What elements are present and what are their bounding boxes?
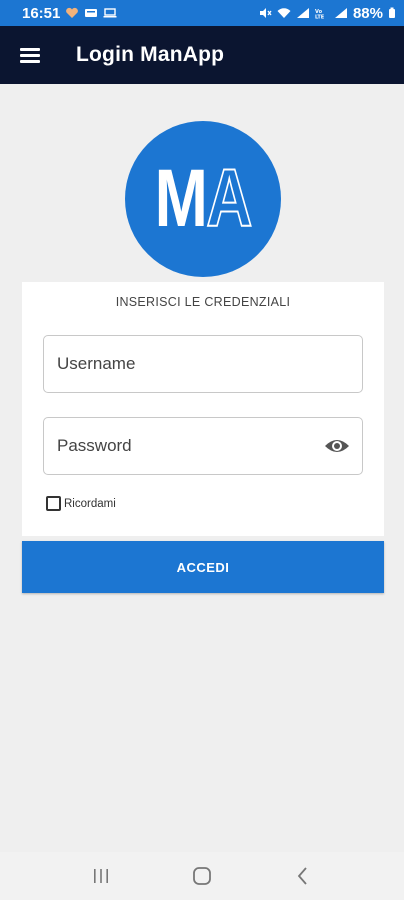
back-icon[interactable] — [283, 856, 323, 896]
status-bar: 16:51 Vo LTE 88% — [0, 0, 404, 26]
wifi-icon — [277, 7, 291, 19]
lte-icon: Vo LTE — [315, 7, 329, 19]
svg-text:LTE: LTE — [315, 15, 325, 20]
signal-icon — [334, 7, 348, 19]
eye-icon[interactable] — [324, 435, 350, 457]
credentials-heading: INSERISCI LE CREDENZIALI — [115, 295, 291, 309]
username-field[interactable] — [43, 335, 363, 393]
battery-icon — [388, 7, 396, 19]
app-title: Login ManApp — [76, 43, 225, 66]
remember-me[interactable]: Ricordami — [46, 496, 116, 511]
username-input[interactable] — [44, 353, 319, 375]
logo-letter-a: A — [206, 153, 254, 244]
mute-icon — [258, 7, 272, 19]
app-bar: Login ManApp — [0, 26, 404, 84]
notification-icon — [84, 7, 98, 19]
remember-label: Ricordami — [64, 497, 116, 510]
login-button[interactable]: ACCEDI — [22, 541, 384, 593]
heart-icon — [65, 7, 79, 19]
battery-percent: 88% — [352, 4, 383, 22]
system-nav-bar — [0, 852, 404, 900]
app-logo: MA — [125, 121, 281, 277]
recent-apps-icon[interactable] — [81, 856, 121, 896]
status-left: 16:51 — [22, 5, 117, 22]
laptop-icon — [103, 7, 117, 19]
logo-letter-m: M — [154, 153, 208, 244]
password-input[interactable] — [44, 435, 319, 457]
status-right: Vo LTE 88% — [258, 5, 396, 22]
login-card: INSERISCI LE CREDENZIALI Ricordami — [22, 282, 384, 536]
hamburger-menu-icon[interactable] — [0, 26, 60, 84]
status-time: 16:51 — [22, 4, 61, 22]
remember-checkbox[interactable] — [46, 496, 61, 511]
password-field[interactable] — [43, 417, 363, 475]
home-icon[interactable] — [182, 856, 222, 896]
signal-icon — [296, 7, 310, 19]
